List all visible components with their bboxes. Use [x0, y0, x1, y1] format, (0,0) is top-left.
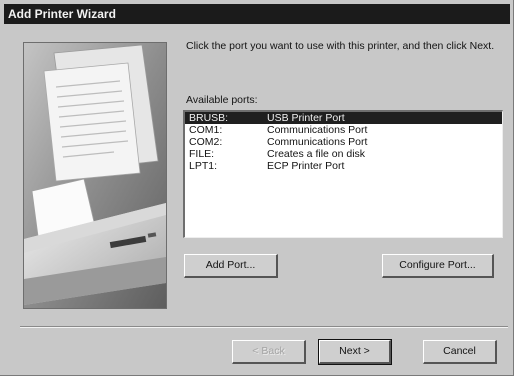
port-item-file[interactable]: FILE: Creates a file on disk	[185, 148, 502, 160]
port-description: Communications Port	[267, 136, 368, 148]
port-item-brusb[interactable]: BRUSB: USB Printer Port	[185, 112, 502, 124]
printer-icon	[24, 43, 166, 308]
window-title: Add Printer Wizard	[8, 7, 116, 21]
printer-illustration	[23, 42, 167, 309]
footer-divider	[20, 326, 508, 328]
add-printer-wizard-window: Add Printer Wizard Click the port you wa…	[0, 0, 514, 376]
port-name: COM1:	[189, 124, 223, 136]
available-ports-label: Available ports:	[186, 94, 258, 106]
cancel-button[interactable]: Cancel	[423, 340, 497, 364]
next-button[interactable]: Next >	[318, 339, 392, 365]
port-description: ECP Printer Port	[267, 160, 345, 172]
port-description: Creates a file on disk	[267, 148, 366, 160]
port-name: FILE:	[189, 148, 215, 160]
port-name: BRUSB:	[189, 112, 229, 124]
ports-listbox[interactable]: BRUSB: USB Printer Port COM1: Communicat…	[183, 110, 503, 238]
instruction-text: Click the port you want to use with this…	[186, 40, 495, 52]
add-port-button[interactable]: Add Port...	[184, 254, 278, 278]
port-item-com1[interactable]: COM1: Communications Port	[185, 124, 502, 136]
port-name: COM2:	[189, 136, 223, 148]
title-bar[interactable]: Add Printer Wizard	[4, 4, 510, 24]
port-description: Communications Port	[267, 124, 368, 136]
configure-port-button[interactable]: Configure Port...	[382, 254, 494, 278]
back-button[interactable]: < Back	[232, 340, 306, 364]
port-item-com2[interactable]: COM2: Communications Port	[185, 136, 502, 148]
port-item-lpt1[interactable]: LPT1: ECP Printer Port	[185, 160, 502, 172]
port-name: LPT1:	[189, 160, 218, 172]
port-description: USB Printer Port	[267, 112, 345, 124]
